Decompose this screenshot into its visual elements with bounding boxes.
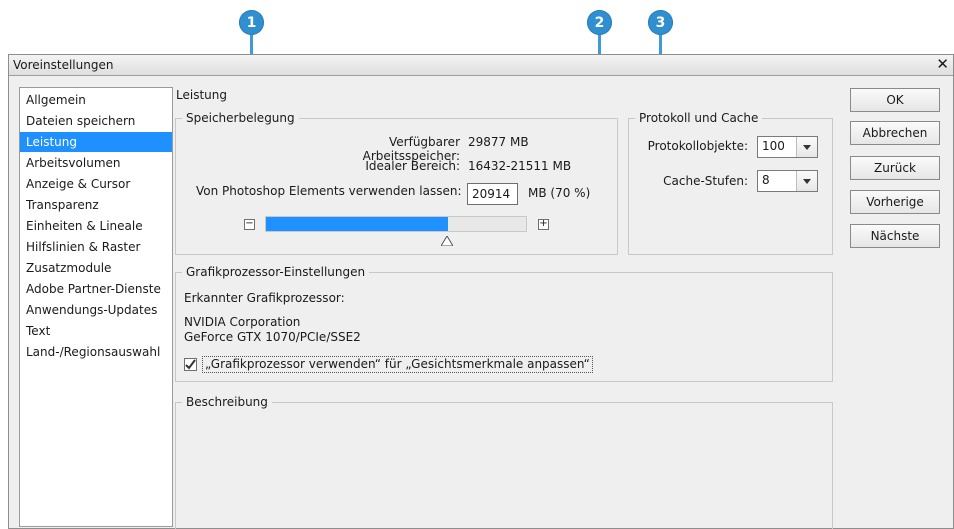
memory-slider-fill xyxy=(266,217,448,231)
decrease-memory-button[interactable]: − xyxy=(244,219,255,230)
ok-button[interactable]: OK xyxy=(850,88,940,112)
available-memory-value: 29877 MB xyxy=(468,135,529,149)
gpu-checkbox[interactable] xyxy=(184,358,197,371)
description-legend: Beschreibung xyxy=(182,395,272,409)
sidebar-item-einheiten-lineale[interactable]: Einheiten & Lineale xyxy=(20,216,172,236)
cancel-button[interactable]: Abbrechen xyxy=(850,121,940,145)
window-title: Voreinstellungen xyxy=(13,58,114,72)
sidebar-item-allgemein[interactable]: Allgemein xyxy=(20,90,172,110)
sidebar-item-adobe-partner-dienste[interactable]: Adobe Partner-Dienste xyxy=(20,279,172,299)
memory-amount-suffix: MB (70 %) xyxy=(528,186,591,200)
callout-badge-2: 2 xyxy=(587,10,612,35)
cache-levels-value: 8 xyxy=(762,173,770,187)
gpu-vendor: NVIDIA Corporation xyxy=(184,315,301,329)
memory-slider-thumb[interactable] xyxy=(441,236,453,246)
cache-levels-select[interactable]: 8 xyxy=(757,170,818,192)
memory-slider[interactable] xyxy=(265,216,527,232)
history-states-label: Protokollobjekte: xyxy=(647,139,748,153)
title-bar[interactable]: Voreinstellungen ✕ xyxy=(9,55,953,76)
ideal-range-label: Idealer Bereich: xyxy=(365,159,460,173)
category-list[interactable]: Allgemein Dateien speichern Leistung Arb… xyxy=(19,87,173,527)
checkmark-icon xyxy=(185,359,196,370)
sidebar-item-hilfslinien-raster[interactable]: Hilfslinien & Raster xyxy=(20,237,172,257)
section-title: Leistung xyxy=(176,88,227,102)
sidebar-item-anwendungs-updates[interactable]: Anwendungs-Updates xyxy=(20,300,172,320)
cache-levels-label: Cache-Stufen: xyxy=(663,174,748,188)
back-button[interactable]: Zurück xyxy=(850,156,940,180)
gpu-detected-label: Erkannter Grafikprozessor: xyxy=(184,291,345,305)
sidebar-item-leistung[interactable]: Leistung xyxy=(20,132,172,152)
chevron-down-icon[interactable] xyxy=(796,137,817,157)
history-cache-legend: Protokoll und Cache xyxy=(635,111,763,125)
description-group: Beschreibung xyxy=(175,395,833,529)
next-button[interactable]: Nächste xyxy=(850,224,940,248)
close-icon[interactable]: ✕ xyxy=(936,55,949,73)
gpu-checkbox-label[interactable]: „Grafikprozessor verwenden“ für „Gesicht… xyxy=(202,356,593,373)
callout-badge-1: 1 xyxy=(239,10,264,35)
ideal-range-value: 16432-21511 MB xyxy=(468,159,572,173)
sidebar-item-arbeitsvolumen[interactable]: Arbeitsvolumen xyxy=(20,153,172,173)
callout-badge-3: 3 xyxy=(648,10,673,35)
sidebar-item-anzeige-cursor[interactable]: Anzeige & Cursor xyxy=(20,174,172,194)
memory-group-legend: Speicherbelegung xyxy=(182,111,299,125)
history-states-select[interactable]: 100 xyxy=(757,136,818,158)
history-states-value: 100 xyxy=(762,139,785,153)
sidebar-item-transparenz[interactable]: Transparenz xyxy=(20,195,172,215)
chevron-down-icon[interactable] xyxy=(796,171,817,191)
use-memory-label: Von Photoshop Elements verwenden lassen: xyxy=(196,184,462,198)
sidebar-item-text[interactable]: Text xyxy=(20,321,172,341)
previous-button[interactable]: Vorherige xyxy=(850,190,940,214)
gpu-group-legend: Grafikprozessor-Einstellungen xyxy=(182,265,370,279)
sidebar-item-land-regionsauswahl[interactable]: Land-/Regionsauswahl xyxy=(20,342,172,362)
sidebar-item-dateien-speichern[interactable]: Dateien speichern xyxy=(20,111,172,131)
gpu-model: GeForce GTX 1070/PCIe/SSE2 xyxy=(184,330,361,344)
increase-memory-button[interactable]: + xyxy=(538,219,549,230)
sidebar-item-zusatzmodule[interactable]: Zusatzmodule xyxy=(20,258,172,278)
memory-amount-input[interactable]: 20914 xyxy=(467,183,518,205)
